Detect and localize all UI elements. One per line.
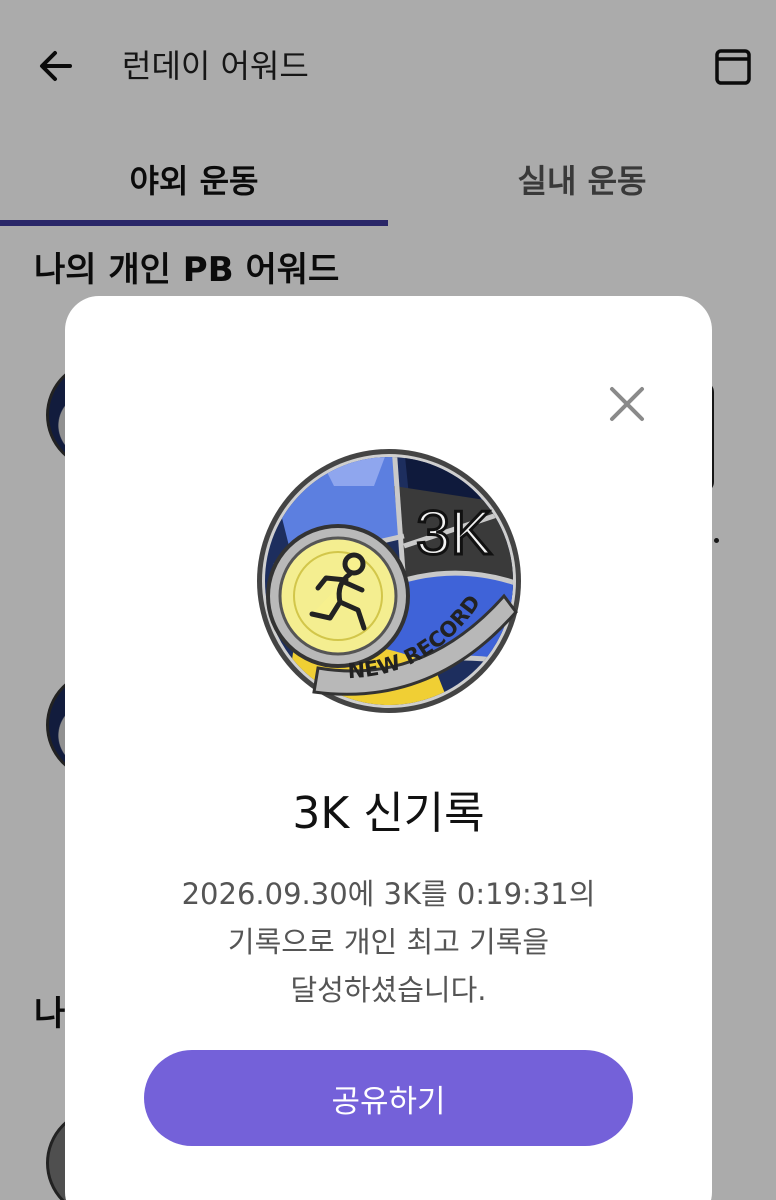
medal-distance-text: 3K	[416, 499, 492, 568]
share-button[interactable]: 공유하기	[144, 1050, 633, 1146]
award-dialog: 3K NEW RECORD 3K 신기록 2026.09.30에 3K를 0:1…	[65, 296, 712, 1200]
new-record-medal: 3K NEW RECORD	[254, 446, 524, 716]
description-line: 2026.09.30에 3K를 0:19:31의	[181, 877, 596, 911]
close-icon	[610, 387, 644, 421]
new-record-3k-medal-icon: 3K NEW RECORD	[257, 449, 521, 713]
description-line: 기록으로 개인 최고 기록을	[227, 925, 550, 959]
description-line: 달성하셨습니다.	[290, 973, 487, 1007]
close-button[interactable]	[601, 378, 653, 430]
dialog-description: 2026.09.30에 3K를 0:19:31의 기록으로 개인 최고 기록을 …	[125, 870, 652, 1014]
dialog-title: 3K 신기록	[292, 788, 485, 839]
